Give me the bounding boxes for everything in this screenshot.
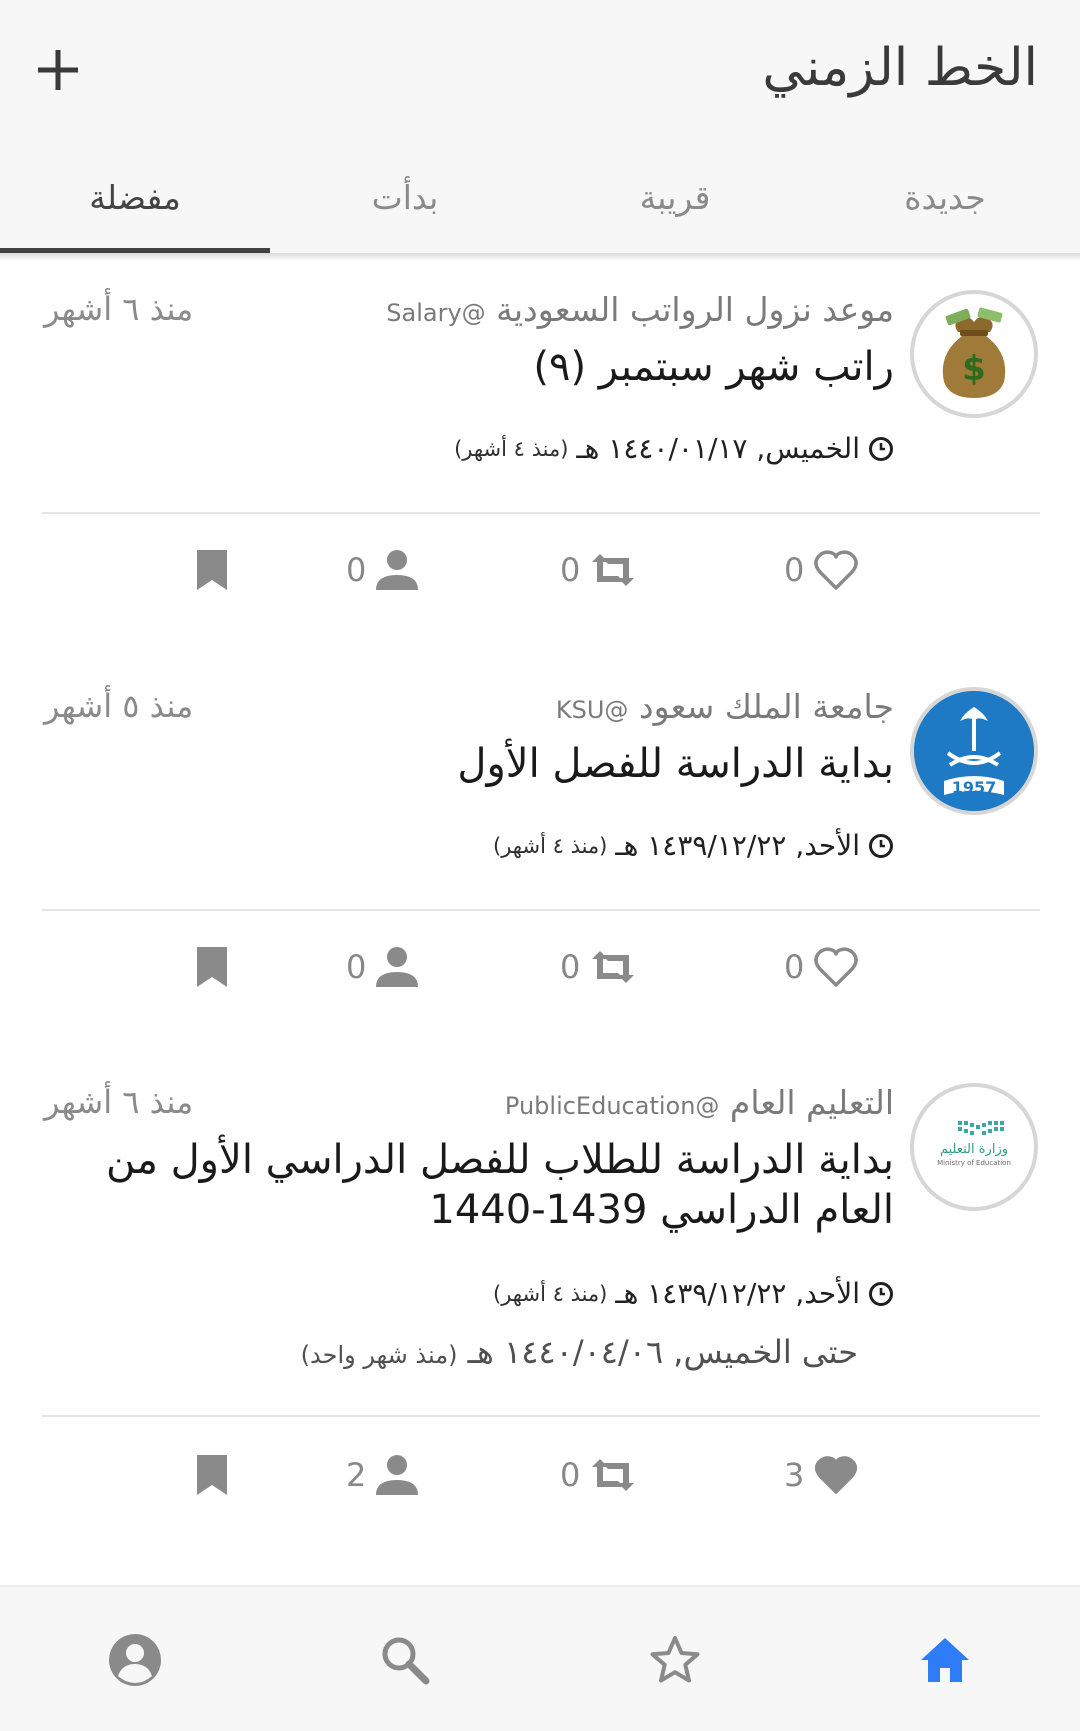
person-icon [376,1455,419,1495]
like-count: 3 [784,1456,805,1494]
attend-button[interactable]: 0 [346,540,420,600]
top-app-bar: الخط الزمني جديدة قريبة بدأت مفضلة [0,0,1080,253]
post-author[interactable]: جامعة الملك سعود @KSU [556,687,894,726]
author-name: موعد نزول الرواتب السعودية [496,290,894,329]
bookmark-button[interactable] [194,540,230,600]
nav-home[interactable] [810,1587,1080,1731]
add-button[interactable] [28,40,88,100]
repeat-icon [592,1459,635,1491]
post-divider [42,1415,1040,1417]
ministry-of-education-avatar: وزارة التعليم Ministry of Education [937,1121,1011,1167]
retweet-button[interactable]: 0 [560,1445,638,1505]
like-button[interactable]: 3 [784,1445,860,1505]
bookmark-icon [197,550,227,590]
person-icon [376,550,419,590]
date-text: الأحد, ١٤٣٩/١٢/٢٢ هـ [615,1277,860,1310]
author-handle: @KSU [555,696,629,724]
attend-count: 2 [346,1456,367,1494]
repeat-icon [592,951,635,983]
retweet-count: 0 [560,1456,581,1494]
post-avatar[interactable]: وزارة التعليم Ministry of Education [910,1083,1038,1211]
bookmark-icon [197,947,227,987]
author-handle: @Salary [386,299,486,327]
post-actions: 0 0 0 [0,540,1080,600]
end-date-ago: (منذ شهر واحد) [300,1341,458,1369]
post-title: بداية الدراسة للفصل الأول [457,741,894,787]
ministry-logo-arabic: وزارة التعليم [940,1142,1008,1157]
attend-count: 0 [346,948,367,986]
clock-icon [869,1281,893,1306]
money-bag-avatar: $ [942,307,1006,398]
clock-icon [869,833,893,858]
nav-profile[interactable] [0,1587,270,1731]
date-text: الأحد, ١٤٣٩/١٢/٢٢ هـ [615,829,860,862]
post-title: راتب شهر سبتمبر (٩) [533,344,894,390]
page-title: الخط الزمني [762,38,1038,98]
header-shadow [0,253,1080,261]
end-date-text: حتى الخميس, ١٤٤٠/٠٤/٠٦ هـ [467,1333,858,1371]
post-actions: 3 0 2 [0,1445,1080,1505]
clock-icon [869,436,893,461]
date-ago: (منذ ٤ أشهر) [493,833,608,858]
post-avatar[interactable]: 1957 [910,687,1038,815]
like-button[interactable]: 0 [784,540,860,600]
post-divider [42,512,1040,514]
app-root: الخط الزمني جديدة قريبة بدأت مفضلة $ موع… [0,0,1080,1731]
attend-count: 0 [346,551,367,589]
post-date: الأحد, ١٤٣٩/١٢/٢٢ هـ (منذ ٤ أشهر) [493,1277,894,1310]
like-button[interactable]: 0 [784,937,860,997]
bookmark-icon [197,1455,227,1495]
post-title: بداية الدراسة للطلاب للفصل الدراسي الأول… [106,1137,894,1233]
heart-outline-icon [814,947,859,987]
bookmark-button[interactable] [194,937,230,997]
author-name: جامعة الملك سعود [638,687,894,726]
like-count: 0 [784,948,805,986]
heart-filled-icon [815,1456,858,1494]
post-actions: 0 0 0 [0,937,1080,997]
date-ago: (منذ ٤ أشهر) [493,1281,608,1306]
post-date: الأحد, ١٤٣٩/١٢/٢٢ هـ (منذ ٤ أشهر) [493,829,894,862]
search-icon [382,1637,430,1685]
like-count: 0 [784,551,805,589]
bottom-navigation [0,1585,1080,1731]
home-icon [921,1638,969,1682]
plus-icon [38,50,78,90]
attend-button[interactable]: 0 [346,937,420,997]
post-age: منذ ٥ أشهر [44,687,194,725]
post-divider [42,909,1040,911]
tab-new[interactable]: جديدة [810,150,1080,253]
post-age: منذ ٦ أشهر [44,1083,194,1121]
date-ago: (منذ ٤ أشهر) [454,436,569,461]
retweet-button[interactable]: 0 [560,540,638,600]
post-end-date: حتى الخميس, ١٤٤٠/٠٤/٠٦ هـ (منذ شهر واحد) [301,1333,858,1371]
bookmark-button[interactable] [194,1445,230,1505]
repeat-icon [592,554,635,586]
ksu-logo-avatar: 1957 [914,691,1034,811]
retweet-button[interactable]: 0 [560,937,638,997]
tab-favorites[interactable]: مفضلة [0,150,270,253]
post-avatar[interactable]: $ [910,290,1038,418]
attend-button[interactable]: 2 [346,1445,420,1505]
author-name: التعليم العام [729,1083,894,1122]
nav-favorites[interactable] [540,1587,810,1731]
svg-text:$: $ [962,349,986,389]
post-author[interactable]: التعليم العام @PublicEducation [505,1083,894,1122]
retweet-count: 0 [560,948,581,986]
ministry-logo-english: Ministry of Education [937,1159,1011,1167]
nav-search[interactable] [270,1587,540,1731]
star-icon [650,1636,700,1683]
post-author[interactable]: موعد نزول الرواتب السعودية @Salary [386,290,894,329]
post-age: منذ ٦ أشهر [44,290,194,328]
author-handle: @PublicEducation [504,1092,720,1120]
heart-outline-icon [814,550,859,590]
account-icon [109,1634,161,1686]
person-icon [376,947,419,987]
post-date: الخميس, ١٤٤٠/٠١/١٧ هـ (منذ ٤ أشهر) [454,432,894,465]
retweet-count: 0 [560,551,581,589]
date-text: الخميس, ١٤٤٠/٠١/١٧ هـ [576,432,860,465]
tab-started[interactable]: بدأت [270,150,540,253]
tab-bar: جديدة قريبة بدأت مفضلة [0,150,1080,253]
ksu-logo-year: 1957 [952,778,997,797]
tab-nearby[interactable]: قريبة [540,150,810,253]
